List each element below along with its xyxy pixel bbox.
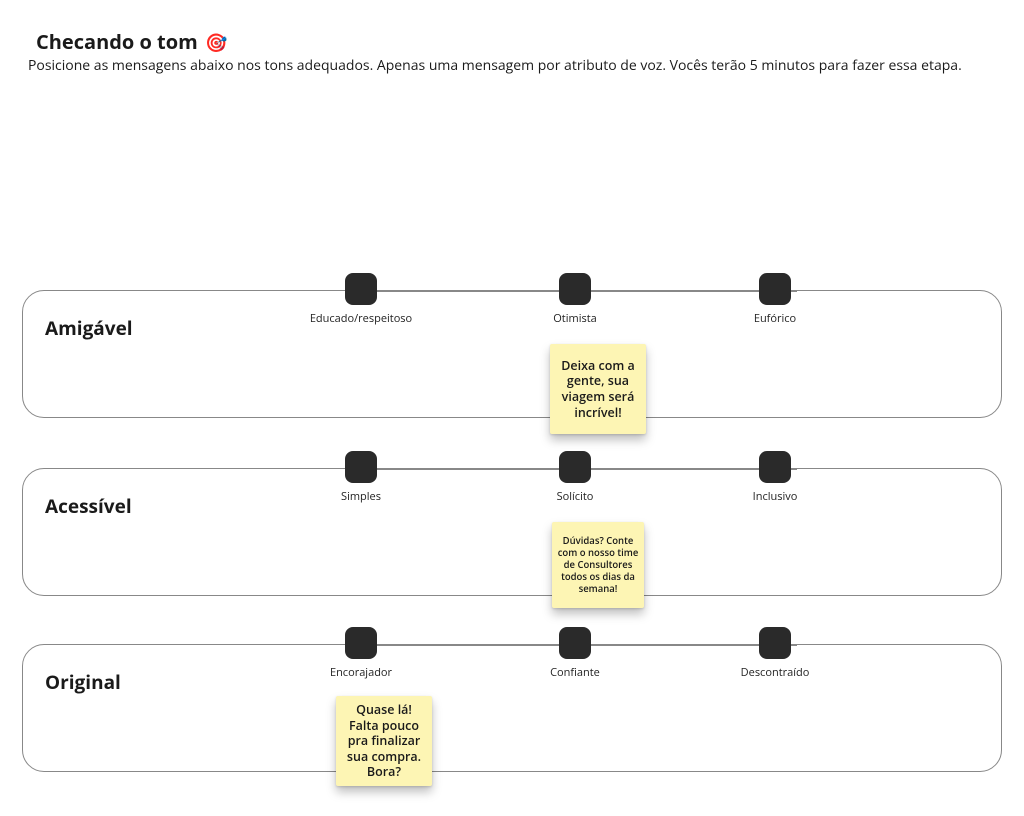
slot-target-icon[interactable] [345,627,377,659]
tone-slot-original-c[interactable]: Descontraído [759,627,791,659]
sticky-note-text: Dúvidas? Conte com o nosso time de Consu… [557,535,639,594]
tone-slot-amigavel-a[interactable]: Educado/respeitoso [345,273,377,305]
slot-target-icon[interactable] [759,451,791,483]
page-description: Posicione as mensagens abaixo nos tons a… [28,56,962,75]
tone-slot-acessivel-b[interactable]: Solícito [559,451,591,483]
tone-row-title: Original [45,669,121,695]
sticky-note-text: Deixa com a gente, sua viagem será incrí… [556,358,640,421]
slot-label: Encorajador [330,665,392,680]
tone-row-title: Amigável [45,315,133,341]
slot-label: Otimista [553,311,597,326]
page-title: Checando o tom 🎯 [36,28,227,55]
tone-row-original: Original Encorajador Confiante Descontraído [22,644,1002,772]
slot-label: Descontraído [741,665,810,680]
tone-slot-original-a[interactable]: Encorajador [345,627,377,659]
slot-target-icon[interactable] [559,273,591,305]
slot-target-icon[interactable] [559,627,591,659]
tone-slot-amigavel-c[interactable]: Eufórico [759,273,791,305]
slot-target-icon[interactable] [345,451,377,483]
sticky-note[interactable]: Dúvidas? Conte com o nosso time de Consu… [552,522,644,608]
page-title-text: Checando o tom [36,28,198,55]
tone-slot-original-b[interactable]: Confiante [559,627,591,659]
tone-slot-acessivel-c[interactable]: Inclusivo [759,451,791,483]
slot-label: Simples [341,489,381,504]
slot-label: Eufórico [754,311,796,326]
tone-slot-acessivel-a[interactable]: Simples [345,451,377,483]
tone-row-title: Acessível [45,493,132,519]
sticky-note[interactable]: Deixa com a gente, sua viagem será incrí… [550,344,646,434]
slot-label: Inclusivo [753,489,798,504]
slot-target-icon[interactable] [345,273,377,305]
target-icon: 🎯 [205,31,227,55]
canvas[interactable]: Checando o tom 🎯 Posicione as mensagens … [0,0,1024,816]
slot-target-icon[interactable] [559,451,591,483]
slot-label: Solícito [557,489,594,504]
slot-target-icon[interactable] [759,627,791,659]
sticky-note-text: Quase lá! Falta pouco pra finalizar sua … [342,702,426,780]
tone-row-acessivel: Acessível Simples Solícito Inclusivo [22,468,1002,596]
sticky-note[interactable]: Quase lá! Falta pouco pra finalizar sua … [336,696,432,786]
slot-label: Confiante [550,665,600,680]
tone-slot-amigavel-b[interactable]: Otimista [559,273,591,305]
slot-label: Educado/respeitoso [310,311,412,326]
tone-row-amigavel: Amigável Educado/respeitoso Otimista Eufóri… [22,290,1002,418]
slot-target-icon[interactable] [759,273,791,305]
